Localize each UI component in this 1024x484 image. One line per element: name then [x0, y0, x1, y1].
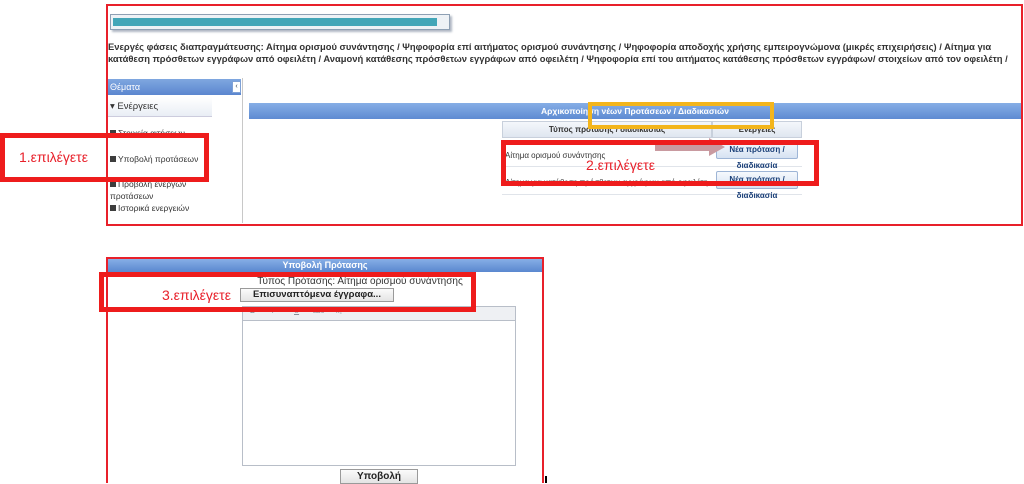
- text-cursor: [545, 476, 547, 483]
- sidebar-divider: [242, 78, 243, 223]
- step2-label: 2.επιλέγετε: [586, 157, 655, 173]
- sidebar-item-history[interactable]: Ιστορικά ενεργειών: [108, 202, 212, 214]
- collapse-icon[interactable]: ‹: [232, 81, 241, 93]
- step3-highlight-box: [99, 272, 476, 312]
- progress-fill: [113, 18, 437, 26]
- submit-button[interactable]: Υποβολή: [340, 469, 418, 484]
- dialog-title: Υποβολή Πρότασης: [108, 259, 542, 272]
- step2-highlight-box: [501, 140, 819, 186]
- header-highlight-box: [588, 102, 774, 129]
- negotiation-phases-breadcrumb: Ενεργές φάσεις διαπραγμάτευσης: Αίτημα ο…: [108, 41, 1008, 64]
- sidebar-group-actions[interactable]: ▾ Ενέργειες: [108, 97, 212, 117]
- sidebar-header: Θέματα: [108, 79, 241, 95]
- progress-bar: [110, 14, 450, 30]
- sidebar-item-label: Προβολή ενεργών προτάσεων: [110, 179, 187, 201]
- square-bullet-icon: [110, 205, 116, 211]
- step3-label: 3.επιλέγετε: [162, 287, 231, 303]
- sidebar-item-label: Ιστορικά ενεργειών: [118, 203, 190, 213]
- proposal-text-editor[interactable]: [242, 321, 516, 466]
- step1-label: 1.επιλέγετε: [19, 149, 88, 165]
